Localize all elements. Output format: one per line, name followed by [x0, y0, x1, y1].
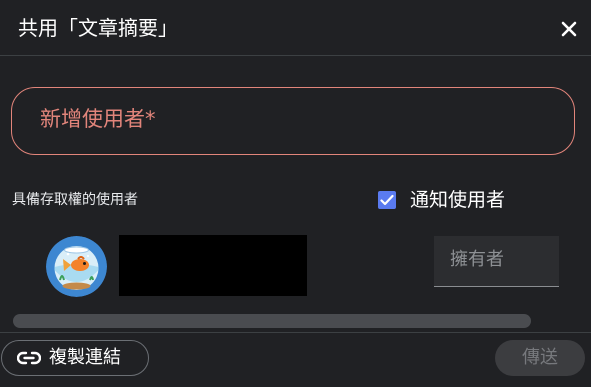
add-user-input[interactable]: 新增使用者*	[11, 87, 575, 155]
role-select[interactable]: 擁有者	[434, 236, 559, 287]
goldfish-bowl-avatar-icon	[46, 236, 107, 297]
close-button[interactable]	[556, 16, 582, 42]
access-list-heading: 具備存取權的使用者	[12, 192, 138, 208]
send-label: 傳送	[522, 347, 558, 368]
close-icon	[561, 21, 577, 37]
copy-link-label: 複製連結	[49, 347, 121, 368]
footer-divider	[0, 332, 591, 333]
horizontal-scrollbar[interactable]	[13, 314, 531, 328]
check-icon	[380, 194, 394, 206]
send-button[interactable]: 傳送	[495, 340, 585, 376]
dialog-title: 共用「文章摘要」	[18, 16, 178, 40]
notify-users-checkbox[interactable]: 通知使用者	[377, 187, 505, 213]
user-name-redacted	[119, 235, 307, 296]
role-label: 擁有者	[450, 249, 504, 270]
checkbox-checked[interactable]	[378, 191, 396, 209]
add-user-label: 新增使用者*	[40, 107, 156, 131]
user-avatar	[46, 236, 107, 297]
share-dialog: 共用「文章摘要」 新增使用者* 具備存取權的使用者 通知使用者 擁有者 複製連結…	[0, 0, 591, 387]
link-icon	[17, 351, 41, 365]
copy-link-button[interactable]: 複製連結	[1, 340, 149, 376]
notify-users-label: 通知使用者	[410, 189, 506, 211]
dialog-header: 共用「文章摘要」	[0, 0, 591, 56]
